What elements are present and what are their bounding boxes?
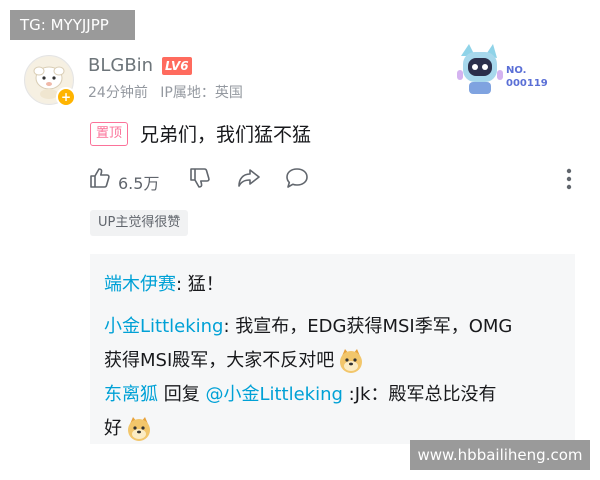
- doge-emoji-icon: [128, 417, 150, 441]
- comment-reply-icon[interactable]: [284, 166, 310, 190]
- reply-text-continued: 好: [104, 418, 122, 439]
- pinned-tag: 置顶: [90, 122, 129, 146]
- reply-text-continued: 获得MSI殿军，大家不反对吧: [104, 350, 335, 371]
- reply-word: 回复: [158, 384, 206, 405]
- reply-text: :Jk：殿军总比没有: [342, 384, 497, 405]
- like-count: 6.5万: [118, 174, 160, 193]
- vip-badge-icon: +: [56, 87, 76, 107]
- fan-card-id: 000119: [506, 78, 548, 89]
- dislike-icon[interactable]: [188, 166, 212, 190]
- level-badge: LV6: [162, 57, 192, 75]
- up-liked-tag: UP主觉得很赞: [90, 210, 189, 236]
- comment-ip: IP属地：英国: [160, 85, 243, 101]
- reply-username[interactable]: 东离狐: [104, 384, 158, 405]
- comment-meta: 24分钟前 IP属地：英国: [88, 82, 251, 102]
- comment-time: 24分钟前: [88, 85, 148, 101]
- reply-username[interactable]: 端木伊赛: [104, 274, 176, 295]
- watermark-bottom: www.hbbailiheng.com: [410, 440, 590, 470]
- reply-username[interactable]: 小金Littleking: [104, 316, 223, 337]
- comment-actions: 6.5万: [88, 166, 588, 194]
- watermark-top: TG: MYYJJPP: [10, 10, 135, 40]
- like-icon[interactable]: [88, 166, 112, 190]
- share-icon[interactable]: [236, 166, 262, 190]
- reply-item[interactable]: 小金Littleking: 我宣布，EDG获得MSI季军，OMG 获得MSI殿军…: [104, 310, 564, 378]
- reply-section: 端木伊赛: 猛！ 小金Littleking: 我宣布，EDG获得MSI季军，OM…: [90, 254, 575, 444]
- comment-username[interactable]: BLGBin: [88, 55, 153, 76]
- comment-text: 兄弟们，我们猛不猛: [140, 124, 312, 146]
- reply-separator: :: [223, 316, 236, 337]
- more-options-icon[interactable]: [566, 168, 572, 190]
- reply-separator: :: [176, 274, 188, 295]
- reply-item[interactable]: 东离狐 回复 @小金Littleking :Jk：殿军总比没有 好: [104, 378, 564, 446]
- doge-emoji-icon: [340, 349, 363, 373]
- reply-text: 猛！: [187, 274, 224, 295]
- reply-mention[interactable]: @小金Littleking: [205, 384, 342, 405]
- avatar[interactable]: +: [24, 55, 76, 107]
- fan-card-no-label: NO.: [506, 65, 527, 76]
- reply-item[interactable]: 端木伊赛: 猛！: [104, 268, 564, 302]
- fan-card-number: NO. 000119: [506, 64, 548, 90]
- reply-text: 我宣布，EDG获得MSI季军，OMG: [235, 316, 513, 337]
